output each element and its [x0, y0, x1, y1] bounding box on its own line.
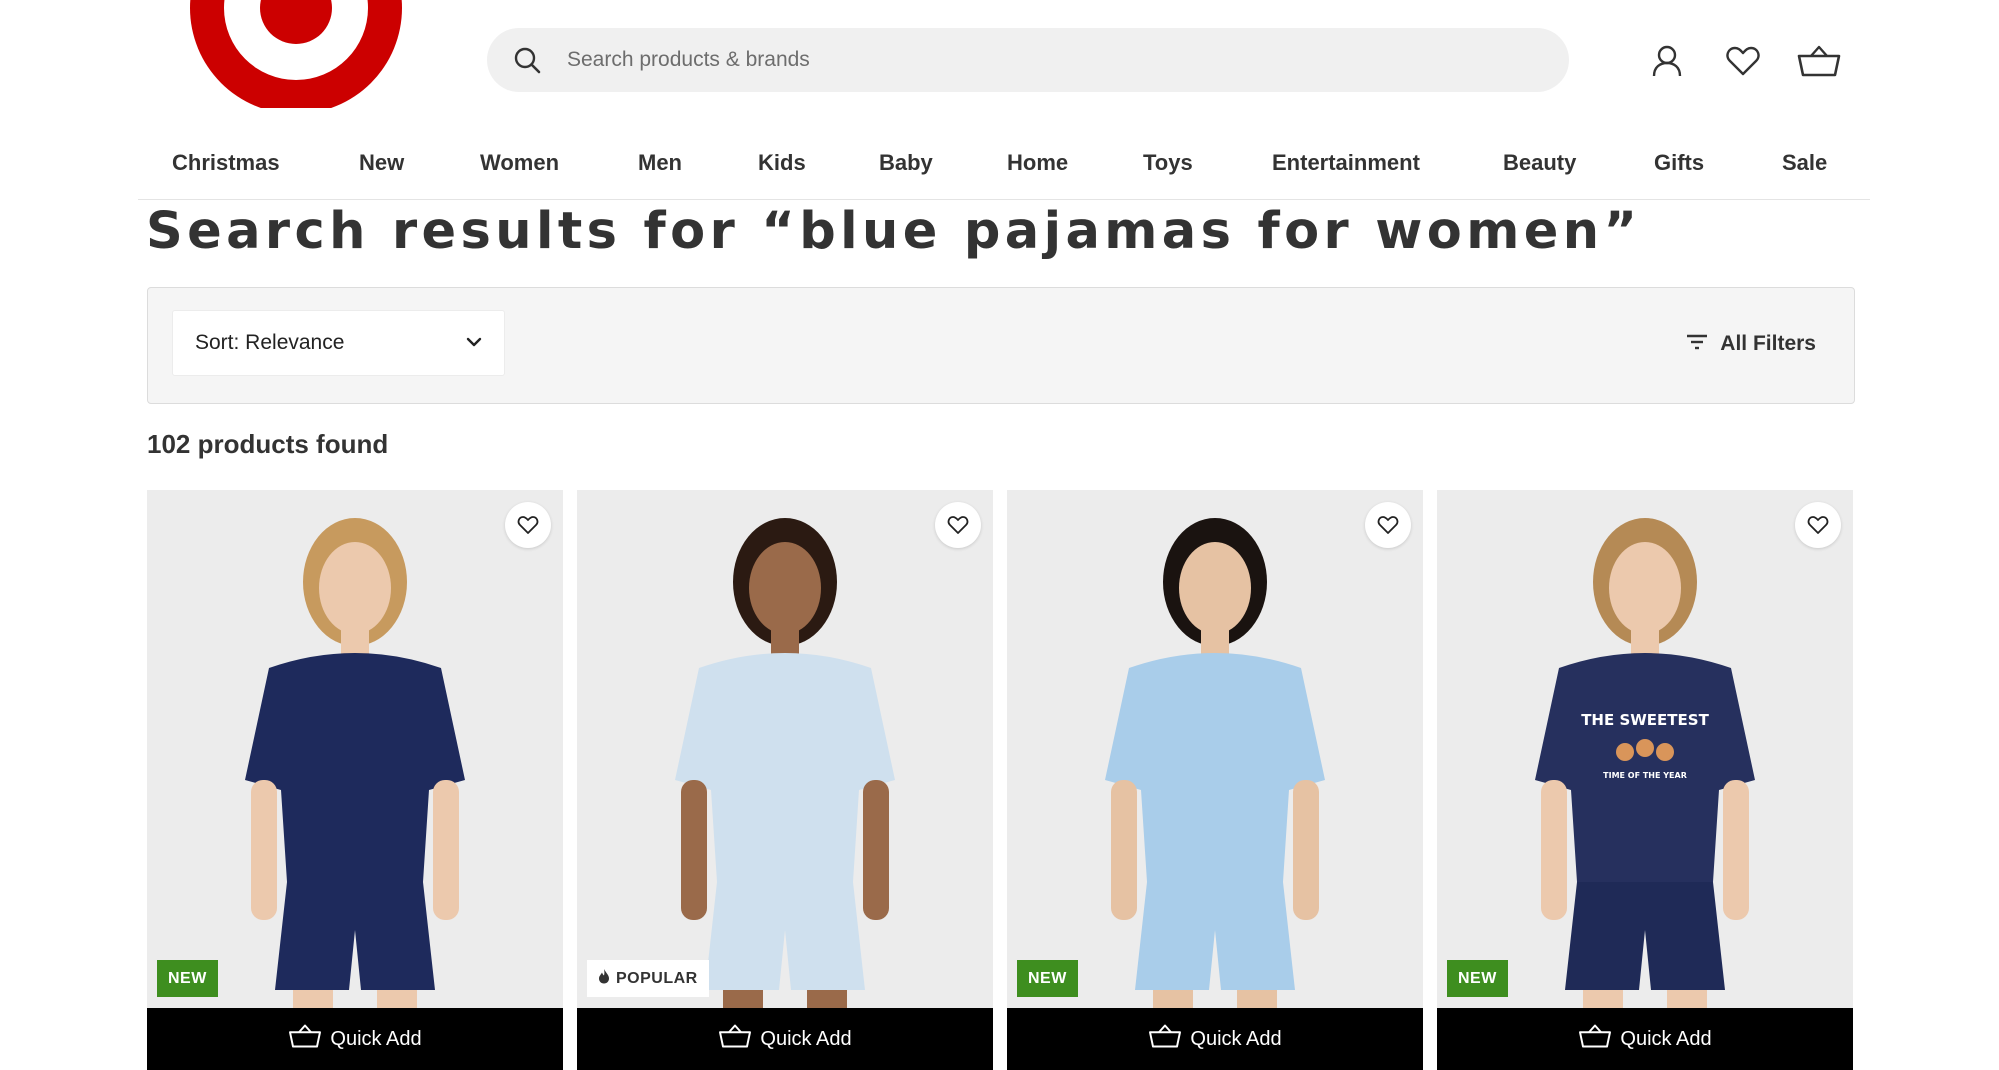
quick-add-button[interactable]: Quick Add	[147, 1008, 563, 1070]
product-image[interactable]	[577, 490, 993, 1008]
filter-icon	[1686, 333, 1708, 356]
search-input[interactable]	[567, 48, 1467, 72]
quick-add-label: Quick Add	[760, 1027, 852, 1050]
header-actions	[1643, 38, 1843, 84]
new-badge: NEW	[1447, 960, 1508, 997]
flame-icon	[598, 968, 610, 989]
account-icon[interactable]	[1643, 38, 1691, 84]
filter-bar: Sort: Relevance All Filters	[147, 287, 1855, 404]
basket-icon[interactable]	[1795, 38, 1843, 84]
product-card[interactable]: THE SWEETEST TIME OF THE YEAR NEW Quick …	[1437, 490, 1853, 1070]
nav-item-christmas[interactable]: Christmas	[172, 150, 280, 176]
main-nav: Christmas New Women Men Kids Baby Home T…	[138, 142, 1870, 200]
sort-dropdown[interactable]: Sort: Relevance	[172, 310, 505, 376]
chevron-down-icon	[466, 334, 482, 352]
product-image[interactable]	[147, 490, 563, 1008]
product-image[interactable]: THE SWEETEST TIME OF THE YEAR	[1437, 490, 1853, 1008]
search-icon[interactable]	[495, 46, 559, 74]
nav-item-kids[interactable]: Kids	[758, 150, 806, 176]
new-badge: NEW	[1017, 960, 1078, 997]
product-image[interactable]	[1007, 490, 1423, 1008]
search-bar[interactable]	[487, 28, 1569, 92]
basket-icon	[718, 1024, 752, 1054]
quick-add-button[interactable]: Quick Add	[577, 1008, 993, 1070]
nav-item-sale[interactable]: Sale	[1782, 150, 1827, 176]
quick-add-label: Quick Add	[1620, 1027, 1712, 1050]
svg-text:TIME OF THE YEAR: TIME OF THE YEAR	[1603, 771, 1687, 780]
badge-label: NEW	[1458, 969, 1497, 987]
sort-label: Sort: Relevance	[195, 331, 345, 354]
wishlist-heart-icon[interactable]	[1365, 502, 1411, 548]
nav-item-women[interactable]: Women	[480, 150, 559, 176]
svg-text:THE SWEETEST: THE SWEETEST	[1581, 711, 1709, 729]
new-badge: NEW	[157, 960, 218, 997]
wishlist-heart-icon[interactable]	[505, 502, 551, 548]
quick-add-button[interactable]: Quick Add	[1437, 1008, 1853, 1070]
nav-item-gifts[interactable]: Gifts	[1654, 150, 1704, 176]
heart-icon[interactable]	[1719, 38, 1767, 84]
nav-item-men[interactable]: Men	[638, 150, 682, 176]
basket-icon	[1578, 1024, 1612, 1054]
badge-label: NEW	[168, 969, 207, 987]
basket-icon	[1148, 1024, 1182, 1054]
nav-item-new[interactable]: New	[359, 150, 404, 176]
quick-add-button[interactable]: Quick Add	[1007, 1008, 1423, 1070]
popular-badge: POPULAR	[587, 960, 709, 997]
quick-add-label: Quick Add	[330, 1027, 422, 1050]
results-count: 102 products found	[147, 429, 389, 459]
page-title: Search results for “blue pajamas for wom…	[146, 202, 1642, 261]
all-filters-label: All Filters	[1720, 332, 1816, 355]
product-card[interactable]: POPULAR Quick Add	[577, 490, 993, 1070]
quick-add-label: Quick Add	[1190, 1027, 1282, 1050]
product-card[interactable]: NEW Quick Add	[147, 490, 563, 1070]
badge-label: NEW	[1028, 969, 1067, 987]
nav-item-entertainment[interactable]: Entertainment	[1272, 150, 1420, 176]
product-card[interactable]: NEW Quick Add	[1007, 490, 1423, 1070]
nav-item-home[interactable]: Home	[1007, 150, 1068, 176]
all-filters-button[interactable]: All Filters	[1686, 332, 1816, 356]
target-logo[interactable]	[184, 0, 408, 108]
nav-item-beauty[interactable]: Beauty	[1503, 150, 1576, 176]
wishlist-heart-icon[interactable]	[1795, 502, 1841, 548]
basket-icon	[288, 1024, 322, 1054]
wishlist-heart-icon[interactable]	[935, 502, 981, 548]
nav-item-baby[interactable]: Baby	[879, 150, 933, 176]
badge-label: POPULAR	[616, 969, 698, 987]
nav-item-toys[interactable]: Toys	[1143, 150, 1193, 176]
